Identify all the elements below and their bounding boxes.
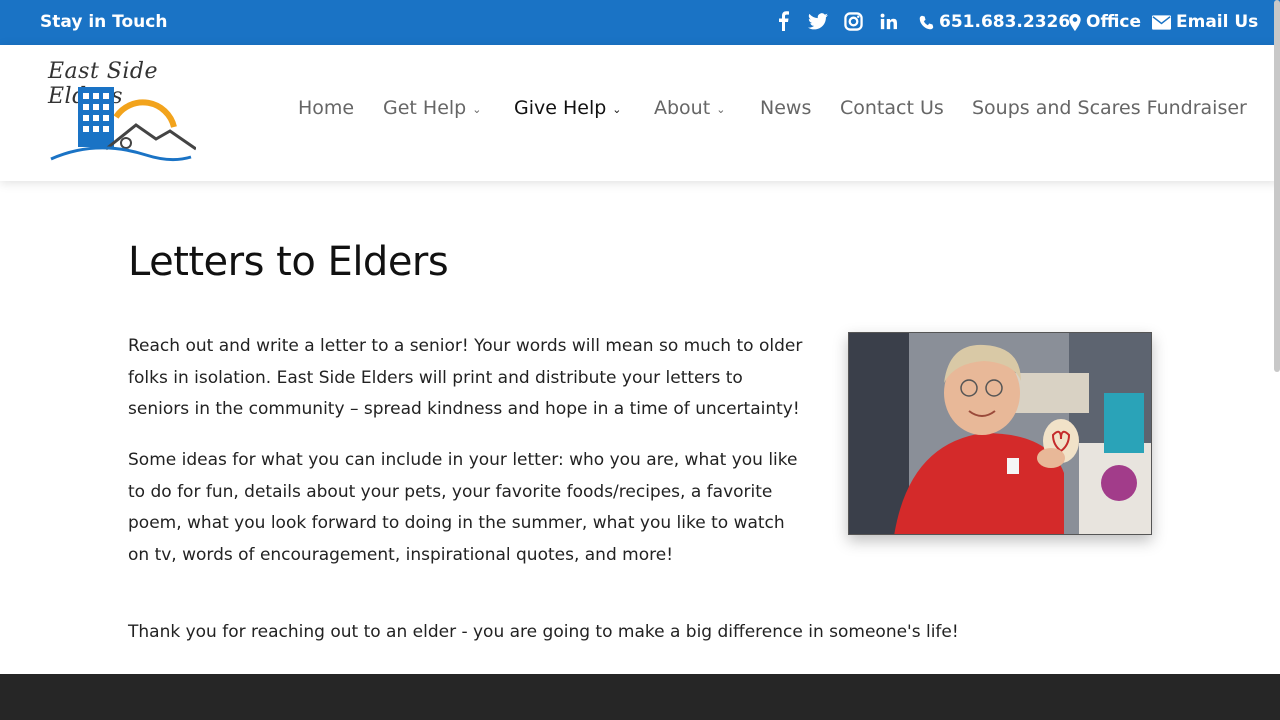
chevron-down-icon: ⌄ — [612, 102, 622, 116]
office-link[interactable]: Office — [1069, 12, 1141, 32]
nav-about[interactable]: About ⌄ — [654, 97, 725, 119]
nav-home[interactable]: Home — [298, 97, 354, 119]
nav-about-label: About — [654, 97, 711, 119]
office-label: Office — [1086, 12, 1142, 32]
linkedin-icon[interactable] — [877, 10, 899, 32]
nav-soups-and-scares-label: Soups and Scares Fundraiser — [972, 97, 1247, 119]
site-logo[interactable]: East Side Elders — [36, 57, 214, 173]
stay-in-touch-text: Stay in Touch — [40, 12, 168, 32]
nav-home-label: Home — [298, 97, 355, 119]
top-bar: Stay in Touch 651.683.2326 Office Email … — [0, 0, 1280, 45]
nav-get-help[interactable]: Get Help ⌄ — [383, 97, 481, 119]
site-footer — [0, 674, 1280, 720]
site-header: East Side Elders Home Get Help ⌄ Give He… — [0, 45, 1280, 181]
intro-paragraph: Reach out and write a letter to a senior… — [128, 336, 803, 419]
envelope-icon — [1152, 14, 1171, 30]
nav-contact-us[interactable]: Contact Us — [840, 97, 944, 119]
thank-you-paragraph: Thank you for reaching out to an elder -… — [128, 622, 959, 642]
phone-number: 651.683.2326 — [939, 12, 1071, 32]
chevron-down-icon: ⌄ — [716, 102, 726, 116]
nav-give-help[interactable]: Give Help ⌄ — [514, 97, 622, 119]
nav-news-label: News — [760, 97, 812, 119]
email-link[interactable]: Email Us — [1152, 12, 1258, 32]
instagram-icon[interactable] — [842, 10, 864, 32]
phone-icon — [919, 15, 934, 29]
nav-contact-us-label: Contact Us — [840, 97, 944, 119]
twitter-icon[interactable] — [807, 10, 829, 32]
nav-get-help-label: Get Help — [383, 97, 467, 119]
social-links — [772, 10, 899, 32]
main-content: Letters to Elders Reach out and write a … — [0, 181, 1280, 674]
nav-give-help-label: Give Help — [514, 97, 607, 119]
phone-link[interactable]: 651.683.2326 — [919, 12, 1070, 32]
nav-soups-and-scares[interactable]: Soups and Scares Fundraiser — [972, 97, 1247, 119]
elder-photo — [848, 332, 1152, 535]
logo-graphic — [50, 87, 196, 162]
chevron-down-icon: ⌄ — [472, 102, 482, 116]
page-scrollbar[interactable] — [1274, 0, 1280, 372]
email-label: Email Us — [1176, 12, 1259, 32]
facebook-icon[interactable] — [772, 10, 794, 32]
ideas-paragraph: Some ideas for what you can include in y… — [128, 450, 798, 565]
nav-news[interactable]: News — [760, 97, 811, 119]
page-title: Letters to Elders — [128, 239, 449, 285]
map-marker-icon — [1069, 13, 1081, 31]
